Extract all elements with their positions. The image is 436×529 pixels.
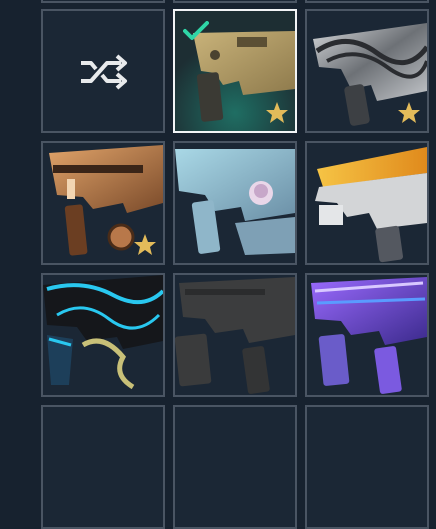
skin-tile-partial-1[interactable] <box>41 405 165 529</box>
weapon-skin-image <box>315 147 427 263</box>
skin-tile-partial-3[interactable] <box>305 405 429 529</box>
weapon-skin-image <box>175 277 295 394</box>
weapon-skin-image <box>175 149 295 255</box>
skin-tile-clipped-top-2[interactable] <box>173 0 297 3</box>
equipped-checkmark-icon <box>183 21 209 40</box>
skin-tile-yellow[interactable] <box>305 141 429 265</box>
skin-tile-purple[interactable] <box>305 273 429 397</box>
skin-tile-clipped-top-1[interactable] <box>41 0 165 3</box>
skin-tile-black[interactable] <box>173 273 297 397</box>
skin-tile-anime[interactable] <box>173 141 297 265</box>
skin-tile-silver[interactable] <box>305 9 429 133</box>
skin-tile-clipped-top-3[interactable] <box>305 0 429 3</box>
weapon-skin-image <box>311 277 427 394</box>
shuffle-icon <box>81 54 127 90</box>
skin-tile-gold[interactable] <box>173 9 297 133</box>
skin-tile-dragon[interactable] <box>41 273 165 397</box>
random-skin-tile[interactable] <box>41 9 165 133</box>
skin-grid <box>0 0 436 529</box>
premium-star-icon <box>266 102 288 123</box>
weapon-skin-image <box>43 275 163 390</box>
skin-tile-partial-2[interactable] <box>173 405 297 529</box>
premium-star-icon <box>398 102 420 123</box>
skin-tile-copper[interactable] <box>41 141 165 265</box>
premium-star-icon <box>134 234 156 255</box>
